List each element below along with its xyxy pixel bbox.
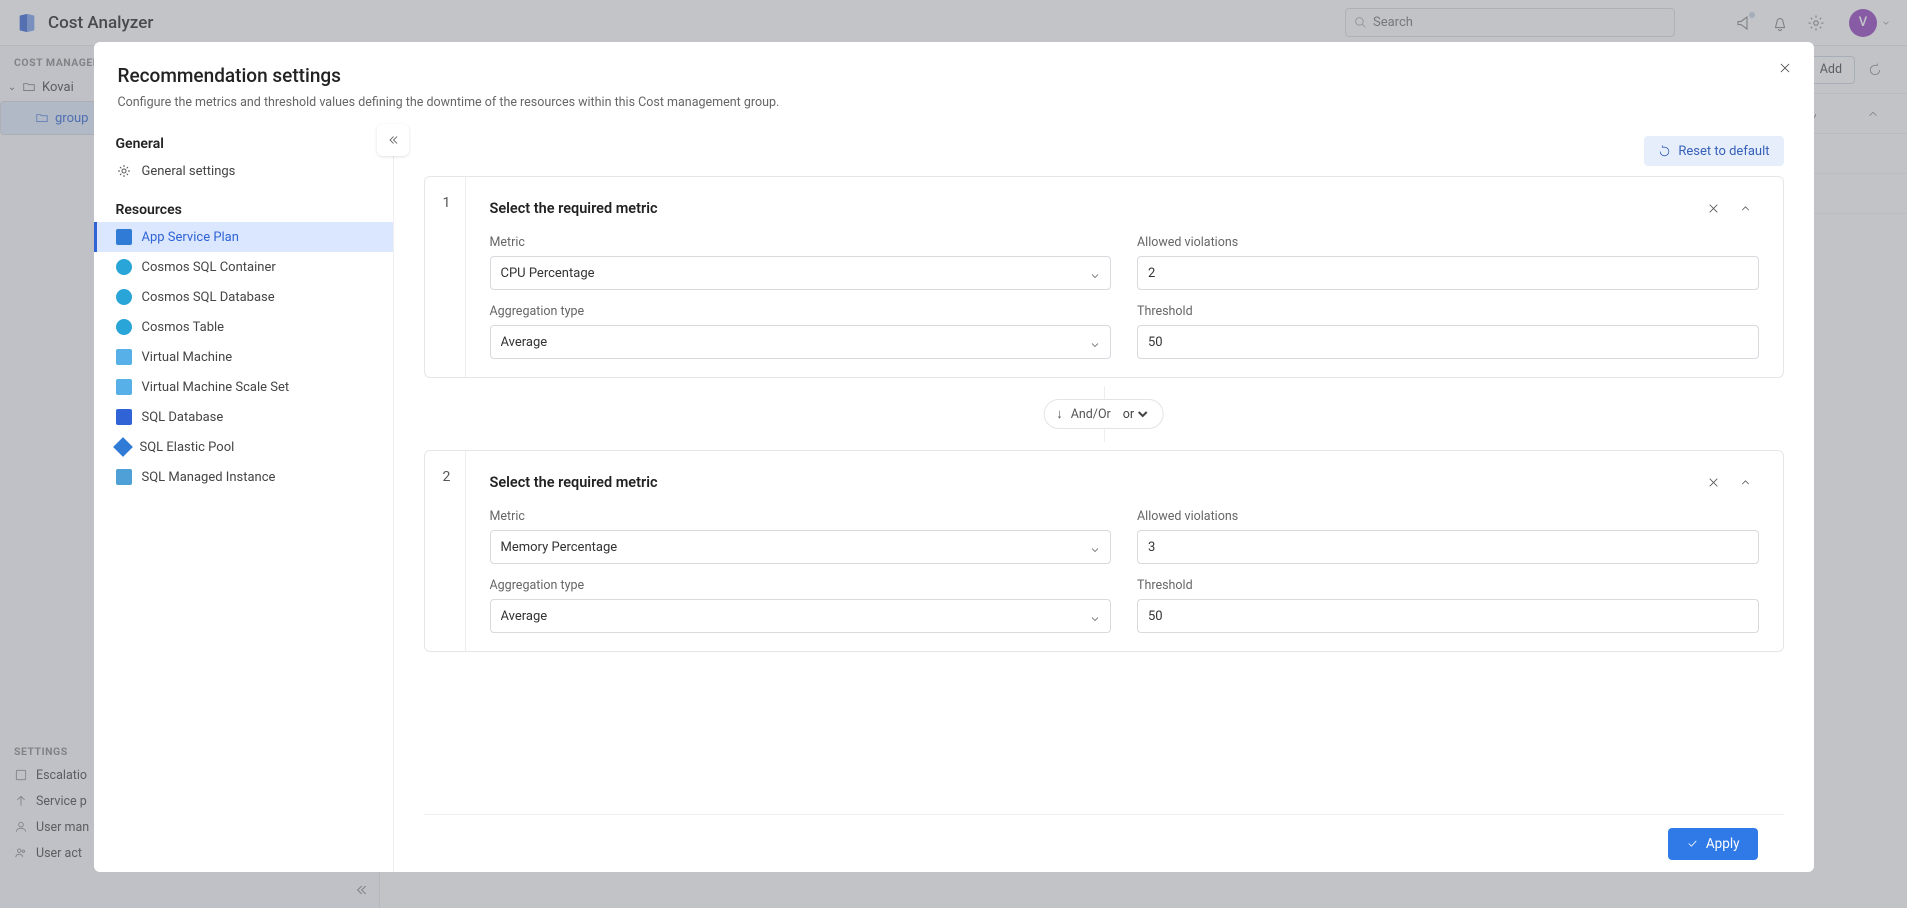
label-violations: Allowed violations bbox=[1137, 509, 1759, 524]
modal-sidebar: General General settings Resources App S… bbox=[94, 126, 394, 872]
label-metric: Metric bbox=[490, 235, 1112, 250]
sidebar-item-sql-elastic-pool[interactable]: SQL Elastic Pool bbox=[94, 432, 393, 462]
resource-icon bbox=[116, 469, 132, 485]
and-or-label: And/Or bbox=[1071, 407, 1111, 422]
aggregation-select[interactable] bbox=[490, 325, 1112, 359]
sidebar-item-vm-scale-set[interactable]: Virtual Machine Scale Set bbox=[94, 372, 393, 402]
modal-title: Recommendation settings bbox=[118, 64, 1790, 87]
aggregation-select-value[interactable] bbox=[490, 599, 1112, 633]
card-collapse-button[interactable] bbox=[1733, 469, 1759, 495]
and-or-select[interactable]: or bbox=[1119, 406, 1151, 423]
modal-subtitle: Configure the metrics and threshold valu… bbox=[118, 95, 1790, 110]
apply-button[interactable]: Apply bbox=[1668, 828, 1758, 860]
metric-select[interactable] bbox=[490, 256, 1112, 290]
modal-content: Reset to default 1 Select the required m… bbox=[394, 126, 1814, 872]
label-violations: Allowed violations bbox=[1137, 235, 1759, 250]
card-index: 2 bbox=[443, 469, 451, 485]
resource-icon bbox=[116, 289, 132, 305]
modal-close-button[interactable] bbox=[1778, 60, 1792, 79]
allowed-violations-input[interactable] bbox=[1137, 530, 1759, 564]
metric-card-2: 2 Select the required metric Metric bbox=[424, 450, 1784, 652]
allowed-violations-input[interactable] bbox=[1137, 256, 1759, 290]
and-or-connector: ↓ And/Or or bbox=[424, 386, 1784, 442]
threshold-input[interactable] bbox=[1137, 325, 1759, 359]
sidebar-item-general-settings[interactable]: General settings bbox=[94, 156, 393, 186]
check-icon bbox=[1686, 837, 1699, 850]
label-threshold: Threshold bbox=[1137, 578, 1759, 593]
gear-icon bbox=[116, 163, 132, 179]
label-metric: Metric bbox=[490, 509, 1112, 524]
resource-icon bbox=[116, 349, 132, 365]
resource-icon bbox=[116, 319, 132, 335]
sidebar-collapse-button[interactable] bbox=[377, 124, 409, 156]
modal-overlay[interactable]: Recommendation settings Configure the me… bbox=[0, 0, 1907, 908]
card-collapse-button[interactable] bbox=[1733, 195, 1759, 221]
metric-card-1: 1 Select the required metric Metric bbox=[424, 176, 1784, 378]
aggregation-select[interactable] bbox=[490, 599, 1112, 633]
label-aggregation: Aggregation type bbox=[490, 578, 1112, 593]
aggregation-select-value[interactable] bbox=[490, 325, 1112, 359]
arrow-down-icon: ↓ bbox=[1056, 406, 1063, 422]
resource-icon bbox=[116, 379, 132, 395]
label-threshold: Threshold bbox=[1137, 304, 1759, 319]
and-or-chip[interactable]: ↓ And/Or or bbox=[1043, 399, 1164, 429]
sidebar-item-sql-managed-instance[interactable]: SQL Managed Instance bbox=[94, 462, 393, 492]
card-remove-button[interactable] bbox=[1701, 195, 1727, 221]
sidebar-group-general: General bbox=[94, 130, 393, 156]
reset-to-default-button[interactable]: Reset to default bbox=[1644, 136, 1783, 166]
sidebar-item-cosmos-table[interactable]: Cosmos Table bbox=[94, 312, 393, 342]
label-aggregation: Aggregation type bbox=[490, 304, 1112, 319]
metric-select-value[interactable] bbox=[490, 256, 1112, 290]
sidebar-item-virtual-machine[interactable]: Virtual Machine bbox=[94, 342, 393, 372]
resource-icon bbox=[116, 409, 132, 425]
card-title: Select the required metric bbox=[490, 474, 658, 491]
sidebar-item-cosmos-sql-database[interactable]: Cosmos SQL Database bbox=[94, 282, 393, 312]
resource-icon bbox=[116, 229, 132, 245]
sidebar-group-resources: Resources bbox=[94, 196, 393, 222]
sidebar-item-app-service-plan[interactable]: App Service Plan bbox=[94, 222, 393, 252]
modal-footer: Apply bbox=[424, 814, 1784, 872]
recommendation-settings-modal: Recommendation settings Configure the me… bbox=[94, 42, 1814, 872]
card-title: Select the required metric bbox=[490, 200, 658, 217]
undo-icon bbox=[1658, 145, 1671, 158]
sidebar-item-cosmos-sql-container[interactable]: Cosmos SQL Container bbox=[94, 252, 393, 282]
metric-select[interactable] bbox=[490, 530, 1112, 564]
sidebar-item-sql-database[interactable]: SQL Database bbox=[94, 402, 393, 432]
resource-icon bbox=[113, 437, 133, 457]
card-index: 1 bbox=[443, 195, 451, 211]
resource-icon bbox=[116, 259, 132, 275]
card-remove-button[interactable] bbox=[1701, 469, 1727, 495]
threshold-input[interactable] bbox=[1137, 599, 1759, 633]
metric-select-value[interactable] bbox=[490, 530, 1112, 564]
